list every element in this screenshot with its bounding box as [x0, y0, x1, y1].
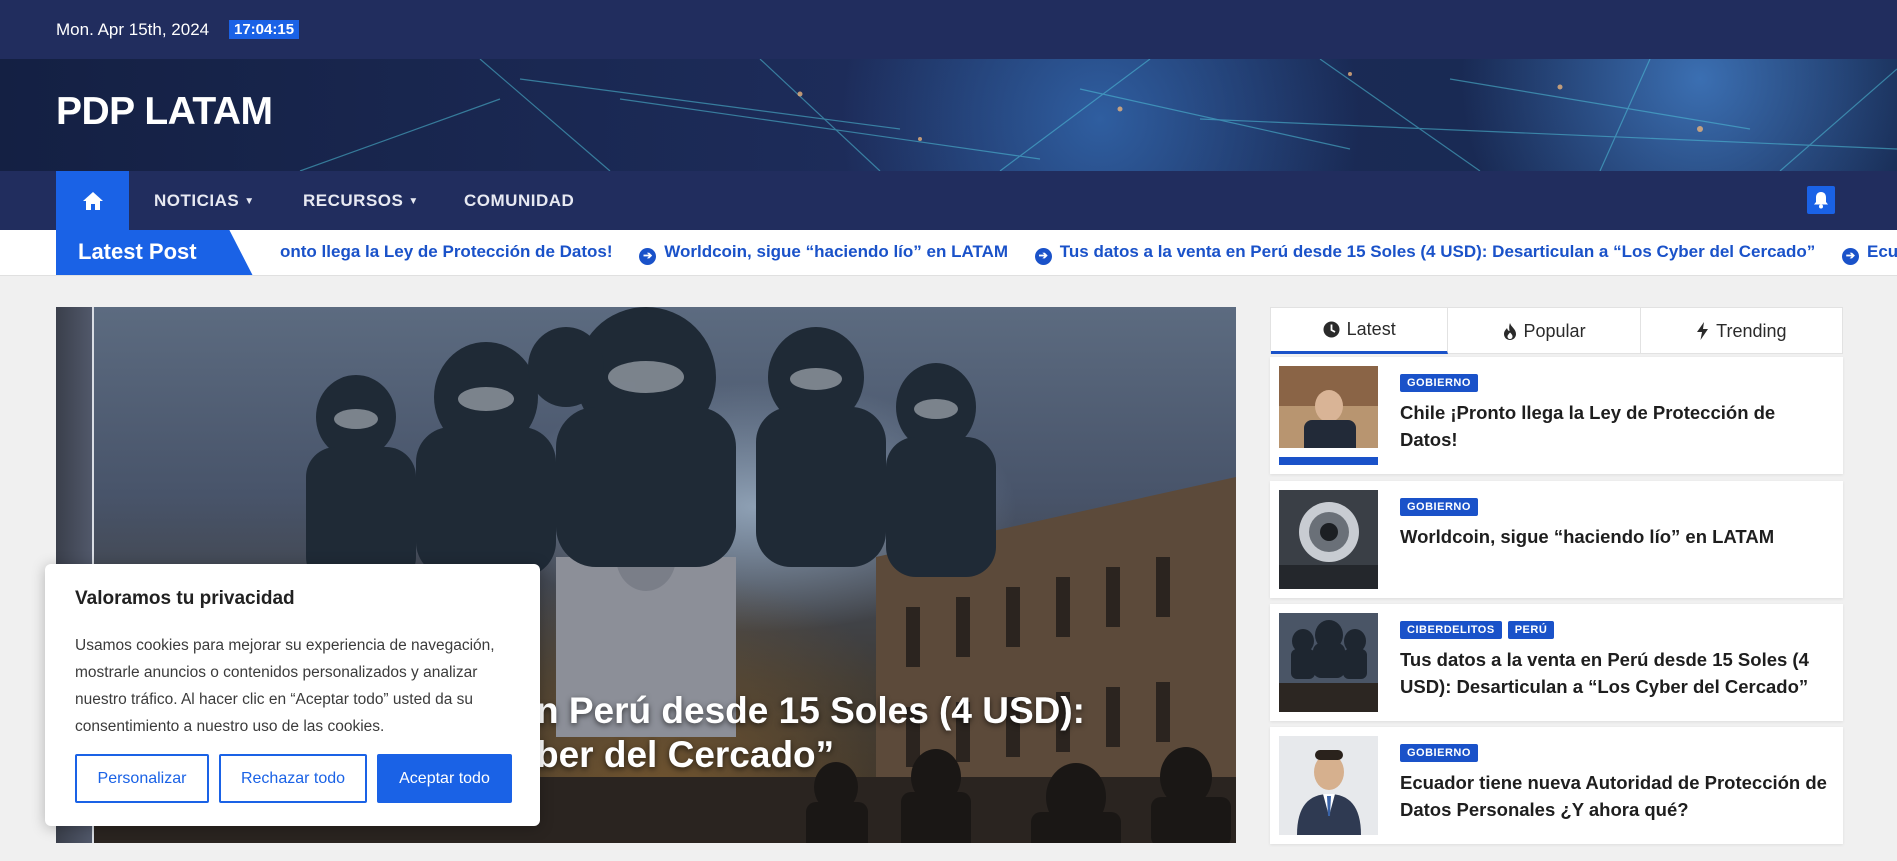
tab-label: Latest: [1346, 319, 1396, 339]
post-title[interactable]: Tus datos a la venta en Perú desde 15 So…: [1400, 646, 1828, 700]
tab-latest[interactable]: Latest: [1271, 308, 1449, 354]
post-title[interactable]: Ecuador tiene nueva Autoridad de Protecc…: [1400, 769, 1828, 823]
nav-item-label: NOTICIAS: [154, 191, 240, 210]
chevron-down-icon: ▼: [408, 196, 419, 207]
cookie-consent-dialog: Valoramos tu privacidad Usamos cookies p…: [45, 564, 540, 826]
post-categories: GOBIERNO: [1400, 744, 1478, 762]
cookie-buttons: Personalizar Rechazar todo Aceptar todo: [75, 754, 512, 803]
post-thumbnail-image: [1279, 490, 1378, 589]
post-thumbnail[interactable]: [1279, 490, 1378, 589]
post-card[interactable]: GOBIERNO Ecuador tiene nueva Autoridad d…: [1270, 727, 1843, 844]
post-card[interactable]: CIBERDELITOS PERÚ Tus datos a la venta e…: [1270, 604, 1843, 721]
post-thumbnail[interactable]: [1279, 366, 1378, 465]
category-badge[interactable]: PERÚ: [1507, 621, 1555, 639]
latest-post-ticker: Latest Post onto llega la Ley de Protecc…: [0, 230, 1897, 276]
cookie-text: Usamos cookies para mejorar su experienc…: [75, 637, 495, 735]
reject-all-button[interactable]: Rechazar todo: [219, 754, 367, 803]
ticker-item[interactable]: onto llega la Ley de Protección de Datos…: [280, 242, 613, 262]
post-thumbnail-image: [1279, 613, 1378, 712]
site-banner: PDP LATAM: [0, 59, 1897, 171]
tab-label: Popular: [1523, 320, 1586, 341]
nav-item-recursos[interactable]: RECURSOS ▼: [303, 191, 419, 211]
fire-icon: [1503, 322, 1516, 340]
home-icon: [82, 191, 103, 210]
category-badge[interactable]: GOBIERNO: [1400, 744, 1478, 762]
clock-icon: [1323, 321, 1340, 338]
nav-item-label: COMUNIDAD: [464, 191, 575, 210]
cookie-title: Valoramos tu privacidad: [75, 588, 295, 609]
home-button[interactable]: [56, 171, 129, 230]
tab-trending[interactable]: Trending: [1641, 308, 1842, 354]
accept-all-button[interactable]: Aceptar todo: [377, 754, 512, 803]
ticker-track: onto llega la Ley de Protección de Datos…: [280, 242, 1897, 265]
tab-popular[interactable]: Popular: [1448, 308, 1641, 354]
ticker-item[interactable]: ➔ Tus datos a la venta en Perú desde 15 S…: [1034, 242, 1816, 265]
nav-item-noticias[interactable]: NOTICIAS ▼: [154, 191, 255, 211]
post-card[interactable]: GOBIERNO Worldcoin, sigue “haciendo lío”…: [1270, 481, 1843, 598]
nav-item-label: RECURSOS: [303, 191, 404, 210]
ticker-label: Latest Post: [56, 230, 253, 275]
post-categories: CIBERDELITOS PERÚ: [1400, 621, 1555, 639]
top-bar: Mon. Apr 15th, 2024 17:04:15: [0, 0, 1897, 59]
post-thumbnail[interactable]: [1279, 736, 1378, 835]
arrow-circle-icon: ➔: [639, 248, 657, 265]
current-date: Mon. Apr 15th, 2024: [56, 20, 210, 39]
post-card[interactable]: GOBIERNO Chile ¡Pronto llega la Ley de P…: [1270, 357, 1843, 474]
nav-item-comunidad[interactable]: COMUNIDAD: [464, 191, 574, 211]
category-badge[interactable]: CIBERDELITOS: [1400, 621, 1502, 639]
current-time: 17:04:15: [229, 20, 300, 39]
main-nav: NOTICIAS ▼ RECURSOS ▼ COMUNIDAD: [0, 171, 1897, 230]
featured-post-title[interactable]: n Perú desde 15 Soles (4 USD): ber del C…: [536, 689, 1085, 777]
arrow-circle-icon: ➔: [1842, 248, 1860, 265]
post-thumbnail-image: [1279, 366, 1378, 465]
ticker-item-text: Tus datos a la venta en Perú desde 15 So…: [1059, 242, 1816, 261]
arrow-circle-icon: ➔: [1034, 248, 1052, 265]
site-brand[interactable]: PDP LATAM: [56, 90, 273, 134]
ticker-item-text: onto llega la Ley de Protección de Datos…: [280, 242, 613, 261]
ticker-item-text: Worldcoin, sigue “haciendo lío” en LATAM: [664, 242, 1009, 261]
post-thumbnail[interactable]: [1279, 613, 1378, 712]
notifications-button[interactable]: [1807, 186, 1835, 214]
sidebar-tabs: Latest Popular Trending: [1270, 307, 1843, 354]
tab-label: Trending: [1716, 320, 1787, 341]
ticker-item[interactable]: ➔ Worldcoin, sigue “haciendo lío” en LATA…: [639, 242, 1008, 265]
post-categories: GOBIERNO: [1400, 498, 1478, 516]
post-title[interactable]: Worldcoin, sigue “haciendo lío” en LATAM: [1400, 523, 1828, 550]
ticker-item-text: Ecuador tie: [1867, 242, 1897, 261]
chevron-down-icon: ▼: [244, 196, 255, 207]
post-categories: GOBIERNO: [1400, 374, 1478, 392]
post-title[interactable]: Chile ¡Pronto llega la Ley de Protección…: [1400, 399, 1828, 453]
category-badge[interactable]: GOBIERNO: [1400, 374, 1478, 392]
customize-button[interactable]: Personalizar: [75, 754, 209, 803]
banner-network-graphic: [299, 59, 1897, 171]
bolt-icon: [1697, 322, 1709, 340]
bell-icon: [1814, 192, 1828, 209]
category-badge[interactable]: GOBIERNO: [1400, 498, 1478, 516]
ticker-item[interactable]: ➔ Ecuador tie: [1842, 242, 1897, 265]
post-thumbnail-image: [1279, 736, 1378, 835]
